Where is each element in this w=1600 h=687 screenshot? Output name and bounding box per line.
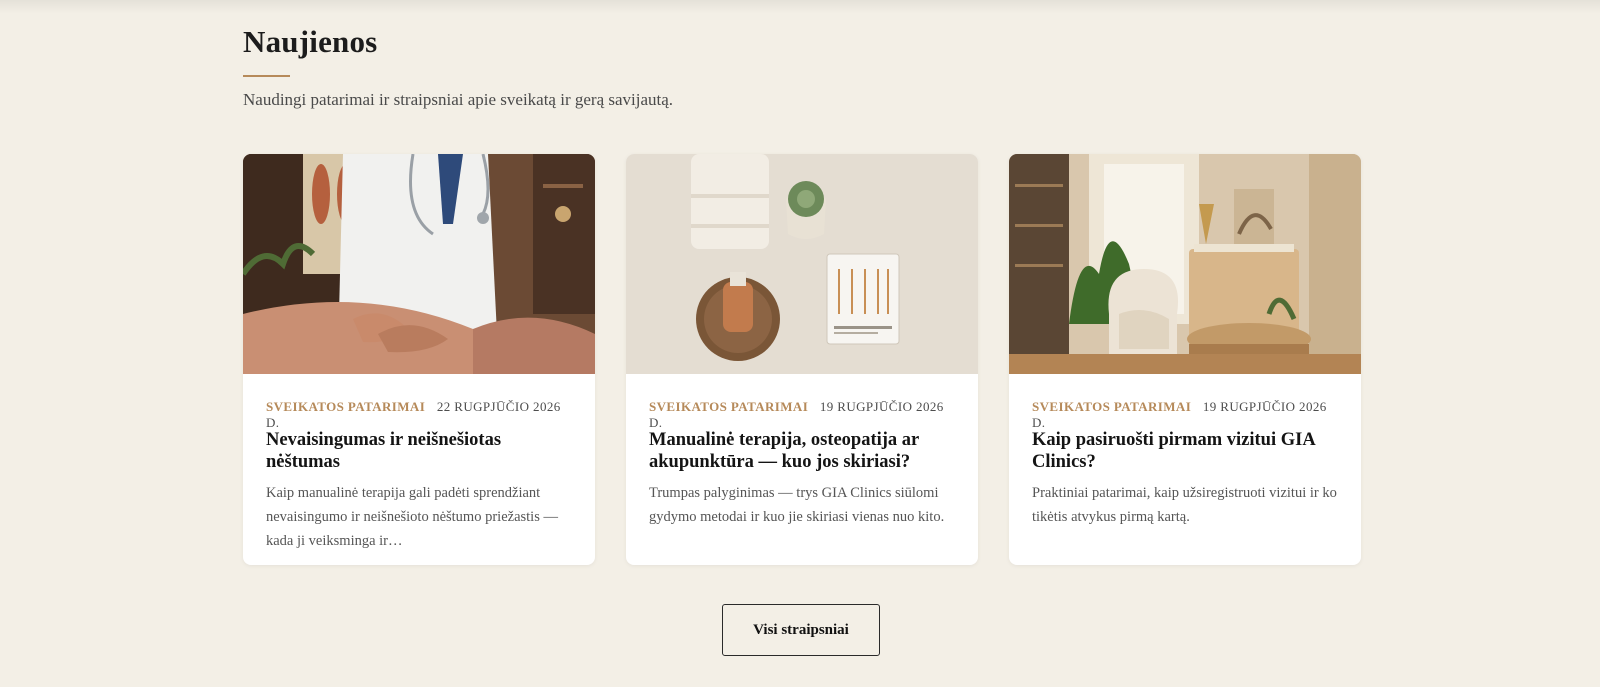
article-card[interactable]: SVEIKATOS PATARIMAI 19 RUGPJŪČIO 2026 D.… <box>1009 154 1361 565</box>
article-title[interactable]: Nevaisingumas ir neišnešiotas nėštumas <box>266 429 576 473</box>
all-articles-button[interactable]: Visi straipsniai <box>722 604 880 656</box>
article-title[interactable]: Kaip pasiruošti pirmam vizitui GIA Clini… <box>1032 429 1342 473</box>
article-meta: SVEIKATOS PATARIMAI 19 RUGPJŪČIO 2026 D. <box>1032 399 1342 430</box>
article-title[interactable]: Manualinė terapija, osteopatija ar akupu… <box>649 429 959 473</box>
card-body: SVEIKATOS PATARIMAI 19 RUGPJŪČIO 2026 D.… <box>1032 399 1342 529</box>
article-card[interactable]: SVEIKATOS PATARIMAI 19 RUGPJŪČIO 2026 D.… <box>626 154 978 565</box>
article-cards: SVEIKATOS PATARIMAI 22 RUGPJŪČIO 2026 D.… <box>243 154 1361 566</box>
title-underline <box>243 75 290 77</box>
clinic-reception-photo[interactable] <box>1009 154 1361 374</box>
section-title: Naujienos <box>243 24 378 59</box>
acupuncture-needles-photo[interactable] <box>626 154 978 374</box>
massage-therapy-photo[interactable] <box>243 154 595 374</box>
card-body: SVEIKATOS PATARIMAI 19 RUGPJŪČIO 2026 D.… <box>649 399 959 529</box>
section-subtitle: Naudingi patarimai ir straipsniai apie s… <box>243 90 674 109</box>
article-excerpt: Trumpas palyginimas — trys GIA Clinics s… <box>649 485 945 525</box>
article-excerpt: Kaip manualinė terapija gali padėti spre… <box>266 485 558 549</box>
news-section: Naujienos Naudingi patarimai ir straipsn… <box>243 0 1361 687</box>
article-meta: SVEIKATOS PATARIMAI 19 RUGPJŪČIO 2026 D. <box>649 399 959 430</box>
category-label[interactable]: SVEIKATOS PATARIMAI <box>266 399 425 414</box>
card-body: SVEIKATOS PATARIMAI 22 RUGPJŪČIO 2026 D.… <box>266 399 576 553</box>
category-label[interactable]: SVEIKATOS PATARIMAI <box>1032 399 1191 414</box>
article-card[interactable]: SVEIKATOS PATARIMAI 22 RUGPJŪČIO 2026 D.… <box>243 154 595 565</box>
article-meta: SVEIKATOS PATARIMAI 22 RUGPJŪČIO 2026 D. <box>266 399 576 430</box>
category-label[interactable]: SVEIKATOS PATARIMAI <box>649 399 808 414</box>
article-excerpt: Praktiniai patarimai, kaip užsiregistruo… <box>1032 485 1337 525</box>
